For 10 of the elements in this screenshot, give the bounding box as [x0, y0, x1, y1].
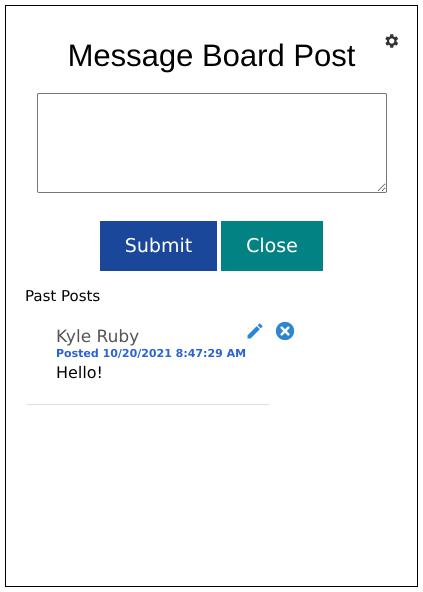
post-author: Kyle Ruby: [56, 327, 140, 347]
close-button[interactable]: Close: [221, 221, 323, 271]
message-field[interactable]: [37, 93, 387, 193]
post-date: Posted 10/20/2021 8:47:29 AM: [56, 347, 246, 360]
section-heading: Past Posts: [25, 287, 100, 305]
post-message: Hello!: [56, 363, 103, 382]
delete-icon[interactable]: [275, 321, 296, 341]
submit-button[interactable]: Submit: [100, 221, 217, 271]
pencil-icon[interactable]: [245, 321, 266, 341]
dialog-title: Message Board Post: [68, 37, 356, 75]
